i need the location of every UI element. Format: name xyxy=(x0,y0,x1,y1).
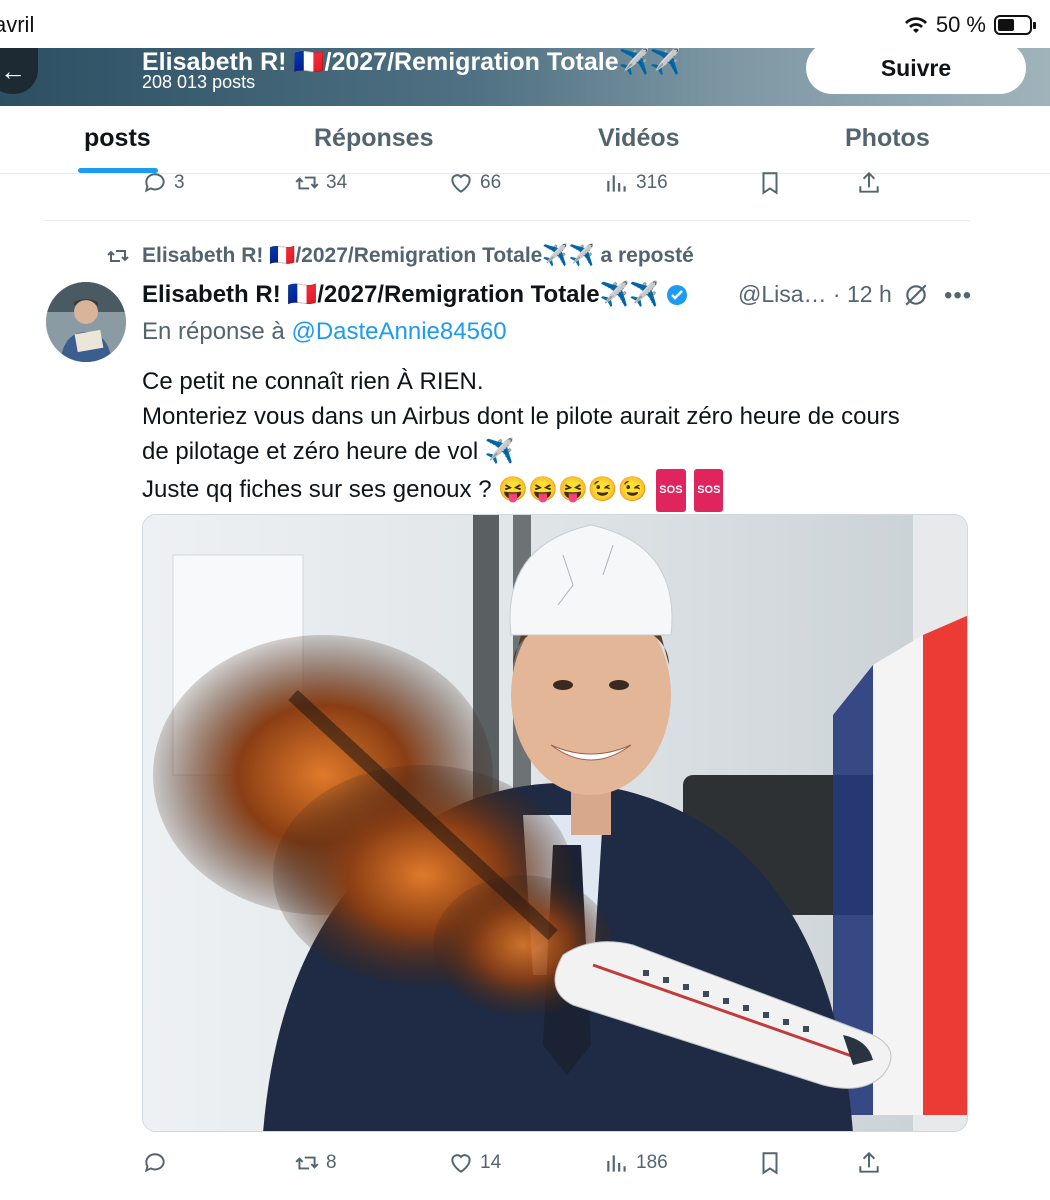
views-icon xyxy=(607,1155,626,1172)
views-button[interactable]: 186 xyxy=(604,1150,668,1176)
views-count: 186 xyxy=(636,1152,668,1173)
like-button[interactable]: 14 xyxy=(448,1150,501,1176)
repost-icon xyxy=(295,1156,319,1170)
post-line-3: de pilotage et zéro heure de vol ✈️ xyxy=(142,438,515,465)
avatar[interactable] xyxy=(46,282,126,362)
sos-emoji-1: SOS xyxy=(656,469,686,512)
battery-label: 50 % xyxy=(935,12,986,37)
posts-count: 208 013 posts xyxy=(142,72,256,92)
reply-button[interactable] xyxy=(142,1150,174,1176)
tab-videos[interactable]: Vidéos xyxy=(598,124,680,153)
post-line-2: Monteriez vous dans un Airbus dont le pi… xyxy=(142,403,900,430)
post-line-4-text: Juste qq fiches sur ses genoux ? 😝😝😝😉😉 xyxy=(142,475,648,503)
bookmark-button[interactable] xyxy=(757,1150,783,1176)
reply-to-link[interactable]: @DasteAnnie84560 xyxy=(291,318,506,345)
reply-icon xyxy=(144,173,165,193)
share-button[interactable] xyxy=(856,1150,882,1176)
repost-line-text: Elisabeth R! 🇫🇷/2027/Remigration Totale✈… xyxy=(142,244,694,267)
heart-icon xyxy=(451,1154,471,1173)
verified-badge-icon xyxy=(667,284,688,305)
repost-icon xyxy=(295,176,319,190)
like-button[interactable]: 66 xyxy=(448,170,501,196)
reply-count: 3 xyxy=(174,172,185,193)
more-options-icon[interactable]: ••• xyxy=(944,282,972,310)
status-bar: avril 50 % xyxy=(0,0,1050,48)
like-count: 66 xyxy=(480,172,502,193)
share-icon xyxy=(859,1151,879,1173)
post-text: Ce petit ne connaît rien À RIEN. Monteri… xyxy=(142,364,982,512)
post-media-image[interactable] xyxy=(142,514,968,1132)
author-name-text: Elisabeth R! 🇫🇷/2027/Remigration Totale✈… xyxy=(142,281,660,308)
post-divider xyxy=(45,220,970,221)
repost-icon xyxy=(107,250,129,262)
media-illustration xyxy=(143,515,967,1131)
reply-prefix: En réponse à xyxy=(142,318,285,345)
wifi-icon xyxy=(904,17,927,33)
avatar-photo xyxy=(46,282,126,362)
prev-post-actions: 3 34 66 316 xyxy=(0,170,1050,210)
reply-button[interactable]: 3 xyxy=(142,170,185,196)
tab-posts[interactable]: posts xyxy=(84,124,151,153)
repost-button[interactable]: 8 xyxy=(294,1150,337,1176)
bookmark-icon xyxy=(762,172,778,195)
like-count: 14 xyxy=(480,1152,502,1173)
repost-count: 8 xyxy=(326,1152,337,1173)
heart-icon xyxy=(451,174,471,193)
repost-button[interactable]: 34 xyxy=(294,170,347,196)
tab-replies[interactable]: Réponses xyxy=(314,124,433,153)
back-button[interactable]: ← xyxy=(0,48,38,94)
arrow-left-icon: ← xyxy=(0,55,26,86)
post-actions: 8 14 186 xyxy=(0,1150,1050,1190)
post-author-name[interactable]: Elisabeth R! 🇫🇷/2027/Remigration Totale✈… xyxy=(142,280,689,309)
share-icon xyxy=(859,171,879,193)
post-line-1: Ce petit ne connaît rien À RIEN. xyxy=(142,368,484,395)
views-button[interactable]: 316 xyxy=(604,170,668,196)
share-button[interactable] xyxy=(856,170,882,196)
views-icon xyxy=(607,175,626,192)
bookmark-button[interactable] xyxy=(757,170,783,196)
repost-indicator[interactable]: Elisabeth R! 🇫🇷/2027/Remigration Totale✈… xyxy=(106,244,694,268)
post-handle-time[interactable]: @Lisa… · 12 h xyxy=(738,281,892,308)
views-count: 316 xyxy=(636,172,668,193)
sos-emoji-2: SOS xyxy=(694,469,724,512)
grok-icon[interactable] xyxy=(903,282,929,308)
battery-icon xyxy=(994,15,1036,35)
follow-button[interactable]: Suivre xyxy=(806,48,1026,94)
post-line-4: Juste qq fiches sur ses genoux ? 😝😝😝😉😉 S… xyxy=(142,469,982,512)
reply-context: En réponse à @DasteAnnie84560 xyxy=(142,318,507,346)
tab-photos[interactable]: Photos xyxy=(845,124,930,153)
bookmark-icon xyxy=(762,1152,778,1175)
status-right: 50 % xyxy=(904,12,1036,38)
reply-icon xyxy=(144,1153,165,1173)
profile-header: ← Elisabeth R! 🇫🇷/2027/Remigration Total… xyxy=(0,48,1050,106)
status-time: avril xyxy=(0,12,35,37)
profile-tabs: posts Réponses Vidéos Photos xyxy=(0,106,1050,174)
repost-count: 34 xyxy=(326,172,348,193)
